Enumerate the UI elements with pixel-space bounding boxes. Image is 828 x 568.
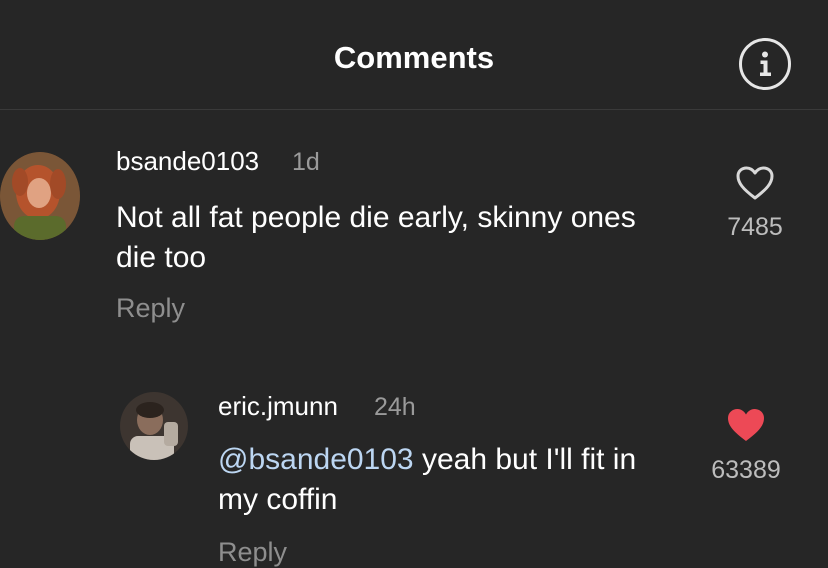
heart-filled-icon xyxy=(728,409,764,441)
comment-timestamp: 24h xyxy=(374,393,416,421)
mention-link[interactable]: @bsande0103 xyxy=(218,443,414,476)
comment-timestamp: 1d xyxy=(292,148,320,176)
comment-username[interactable]: eric.jmunn xyxy=(218,391,338,422)
comment-username[interactable]: bsande0103 xyxy=(116,146,259,177)
avatar[interactable] xyxy=(0,152,80,240)
like-count: 63389 xyxy=(711,456,781,484)
info-circle-icon xyxy=(760,51,771,76)
like-button[interactable] xyxy=(735,165,775,201)
comments-header: Comments xyxy=(0,0,828,110)
page-title: Comments xyxy=(333,40,495,75)
like-button[interactable] xyxy=(726,407,766,443)
comment-text: @bsande0103 yeah but I'll fit in my coff… xyxy=(218,440,668,520)
like-count: 7485 xyxy=(727,213,783,241)
comment-text: Not all fat people die early, skinny one… xyxy=(116,201,636,274)
heart-outline-icon xyxy=(736,166,774,200)
reply-button[interactable]: Reply xyxy=(218,537,287,568)
info-button[interactable] xyxy=(739,38,791,90)
avatar[interactable] xyxy=(120,392,188,460)
reply-button[interactable]: Reply xyxy=(116,293,185,324)
